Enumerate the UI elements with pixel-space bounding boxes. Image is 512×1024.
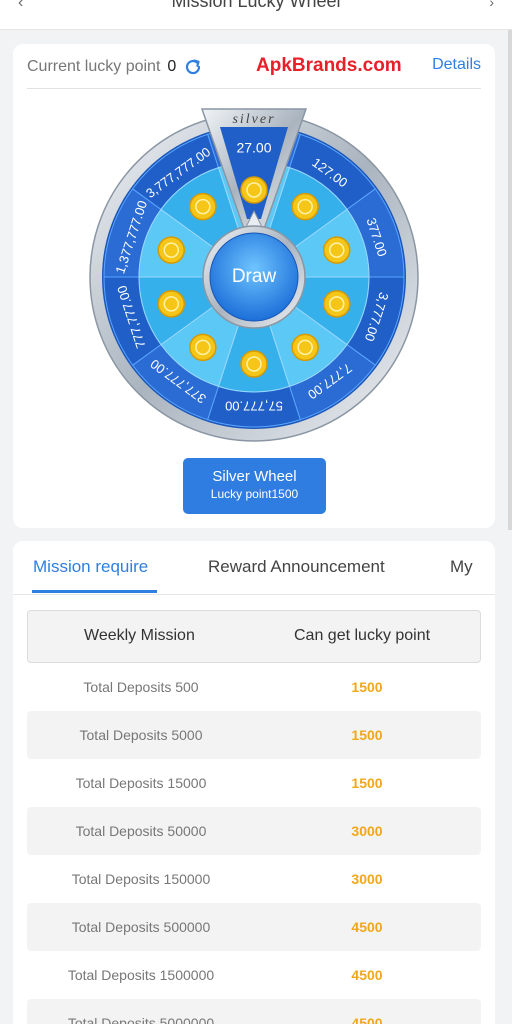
mission-cell: Total Deposits 5000000 xyxy=(67,1015,215,1024)
mission-card: Mission require Reward Announcement My W… xyxy=(13,541,495,1024)
coin-icon xyxy=(291,192,319,221)
coin-icon xyxy=(322,236,351,264)
silver-wheel-title: Silver Wheel xyxy=(212,468,297,485)
more-icon[interactable]: › xyxy=(489,0,494,10)
prize-label: 57,777.00 xyxy=(225,399,283,414)
tab-reward-announcement[interactable]: Reward Announcement xyxy=(208,557,385,577)
table-row: Total Deposits 50000 3000 xyxy=(27,807,481,855)
top-bar: ‹ Mission Lucky Wheel › xyxy=(0,0,512,30)
column-header-points: Can get lucky point xyxy=(294,627,431,644)
coin-icon xyxy=(157,290,186,318)
points-cell: 4500 xyxy=(351,967,383,983)
tab-my[interactable]: My xyxy=(450,557,473,577)
coin-icon xyxy=(240,176,268,204)
mission-cell: Total Deposits 1500000 xyxy=(67,967,215,983)
wheel-card: Current lucky point 0 ApkBrands.com Deta… xyxy=(13,44,495,528)
points-cell: 1500 xyxy=(351,679,383,695)
mission-cell: Total Deposits 500 xyxy=(83,679,199,695)
table-row: Total Deposits 150000 3000 xyxy=(27,855,481,903)
points-cell: 3000 xyxy=(351,871,383,887)
tab-mission-require[interactable]: Mission require xyxy=(33,557,148,577)
mission-cell: Total Deposits 5000 xyxy=(79,727,203,743)
silver-wheel-button[interactable]: Silver Wheel Lucky point1500 xyxy=(183,458,326,514)
table-row: Total Deposits 1500000 4500 xyxy=(27,951,481,999)
scrollbar[interactable] xyxy=(508,30,512,530)
coin-icon xyxy=(322,290,351,318)
coin-icon xyxy=(291,333,319,362)
tab-bar: Mission require Reward Announcement My xyxy=(13,541,495,595)
draw-button-label: Draw xyxy=(232,266,277,287)
table-row: Total Deposits 500 1500 xyxy=(27,663,481,711)
mission-table-body: Total Deposits 500 1500 Total Deposits 5… xyxy=(27,663,481,1024)
table-row: Total Deposits 15000 1500 xyxy=(27,759,481,807)
table-header: Weekly Mission Can get lucky point xyxy=(27,610,481,663)
lucky-wheel: 27.00127.00377.003,777.007,777.0057,777.… xyxy=(89,108,419,442)
coin-icon xyxy=(157,236,186,264)
points-cell: 3000 xyxy=(351,823,383,839)
mission-cell: Total Deposits 15000 xyxy=(75,775,207,791)
points-cell: 4500 xyxy=(351,1015,383,1024)
points-cell: 1500 xyxy=(351,727,383,743)
mission-cell: Total Deposits 150000 xyxy=(71,871,211,887)
table-row: Total Deposits 500000 4500 xyxy=(27,903,481,951)
points-cell: 1500 xyxy=(351,775,383,791)
page-title: Mission Lucky Wheel xyxy=(171,0,341,11)
coin-icon xyxy=(240,350,268,378)
mission-cell: Total Deposits 50000 xyxy=(75,823,207,839)
tier-label: silver xyxy=(232,112,275,127)
column-header-mission: Weekly Mission xyxy=(84,627,195,644)
active-tab-indicator xyxy=(32,590,157,593)
silver-wheel-subtitle: Lucky point1500 xyxy=(210,487,299,501)
table-row: Total Deposits 5000 1500 xyxy=(27,711,481,759)
coin-icon xyxy=(189,333,217,362)
table-row: Total Deposits 5000000 4500 xyxy=(27,999,481,1024)
points-cell: 4500 xyxy=(351,919,383,935)
coin-icon xyxy=(189,192,217,221)
mission-cell: Total Deposits 500000 xyxy=(71,919,211,935)
prize-label-top: 27.00 xyxy=(236,140,271,156)
